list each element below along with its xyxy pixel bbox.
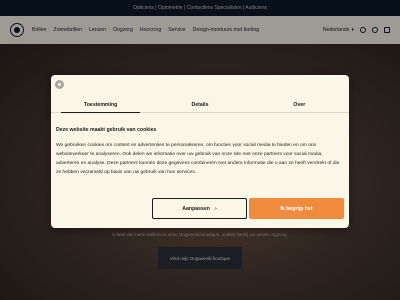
chevron-right-icon: › bbox=[214, 205, 217, 212]
dialog-body-text: We gebruiken cookies om content en adver… bbox=[56, 143, 340, 175]
cookie-consent-dialog: Toestemming Details Over Deze website ma… bbox=[51, 75, 349, 228]
customize-button-label: Aanpassen bbox=[182, 205, 210, 212]
consent-tabs: Toestemming Details Over bbox=[51, 97, 349, 113]
tab-over[interactable]: Over bbox=[250, 97, 349, 112]
tab-details[interactable]: Details bbox=[150, 97, 249, 112]
tab-toestemming[interactable]: Toestemming bbox=[51, 97, 150, 113]
dialog-heading: Deze website maakt gebruik van cookies bbox=[56, 127, 157, 133]
customize-button[interactable]: Aanpassen › bbox=[152, 198, 247, 219]
accept-button[interactable]: Ik begrijp het bbox=[249, 198, 344, 219]
cookiebot-logo-icon bbox=[55, 80, 64, 89]
